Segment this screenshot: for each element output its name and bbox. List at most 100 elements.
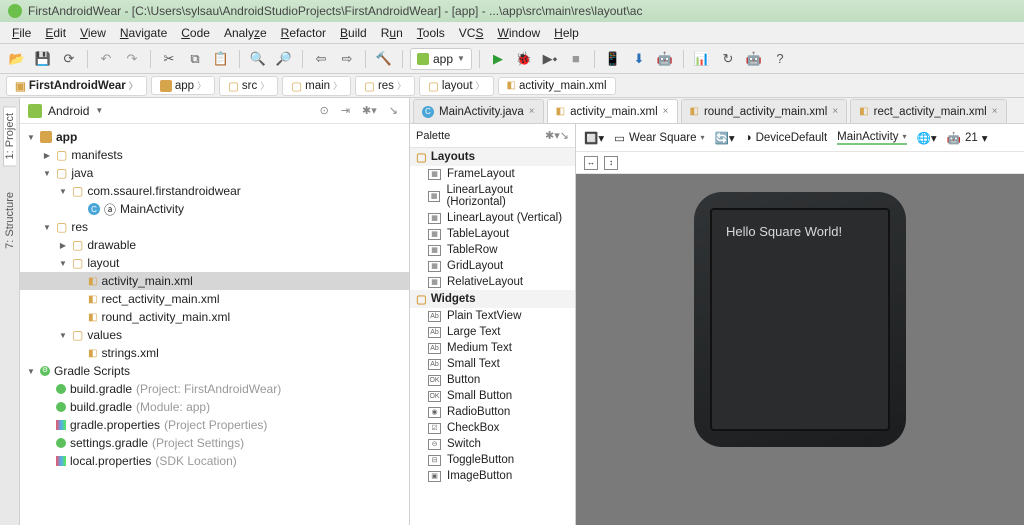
tab-project[interactable]: 1: Project <box>3 106 16 166</box>
sdk-icon[interactable]: ⬇ <box>628 48 650 70</box>
crumb-res[interactable]: ▢res〉 <box>355 76 415 96</box>
view-options-icon-2[interactable]: ↕ <box>604 156 618 170</box>
view-options-icon[interactable]: ↔ <box>584 156 598 170</box>
structure-icon[interactable]: 📊 <box>691 48 713 70</box>
palette-item[interactable]: OKSmall Button <box>410 388 575 404</box>
palette-group-header[interactable]: ▢Layouts <box>410 148 575 166</box>
run-config-selector[interactable]: app ▼ <box>410 48 472 70</box>
find-icon[interactable]: 🔍 <box>247 48 269 70</box>
tab-rect-activity-xml[interactable]: ◧rect_activity_main.xml× <box>850 99 1006 123</box>
tree-gradle-scripts[interactable]: ▼⚙Gradle Scripts <box>20 362 409 380</box>
open-icon[interactable]: 📂 <box>6 48 28 70</box>
tree-build-gradle-module[interactable]: build.gradle (Module: app) <box>20 398 409 416</box>
close-icon[interactable]: × <box>529 106 535 117</box>
palette-item[interactable]: ▦LinearLayout (Vertical) <box>410 210 575 226</box>
hide-icon[interactable]: ↘ <box>386 104 401 117</box>
tree-main-activity[interactable]: CⓐMainActivity <box>20 200 409 218</box>
run-icon[interactable]: ▶ <box>487 48 509 70</box>
tree-res[interactable]: ▼▢res <box>20 218 409 236</box>
palette-item[interactable]: AbPlain TextView <box>410 308 575 324</box>
menu-vcs[interactable]: VCS <box>453 24 490 42</box>
attach-debugger-icon[interactable]: ▶⬩ <box>539 48 561 70</box>
tree-settings-gradle[interactable]: settings.gradle (Project Settings) <box>20 434 409 452</box>
crumb-main[interactable]: ▢main〉 <box>282 76 351 96</box>
crumb-app[interactable]: app〉 <box>151 76 215 95</box>
cut-icon[interactable]: ✂ <box>158 48 180 70</box>
stop-icon[interactable]: ■ <box>565 48 587 70</box>
tree-drawable[interactable]: ▶▢drawable <box>20 236 409 254</box>
menu-view[interactable]: View <box>74 24 112 42</box>
sync-gradle-icon[interactable]: ↻ <box>717 48 739 70</box>
palette-item[interactable]: ▦RelativeLayout <box>410 274 575 290</box>
back-icon[interactable]: ⇦ <box>310 48 332 70</box>
palette-item[interactable]: AbLarge Text <box>410 324 575 340</box>
palette-item[interactable]: OKButton <box>410 372 575 388</box>
close-icon[interactable]: × <box>663 106 669 117</box>
design-canvas[interactable]: Hello Square World! <box>576 174 1024 525</box>
android-icon-2[interactable]: 🤖 <box>743 48 765 70</box>
tab-activity-main-xml[interactable]: ◧activity_main.xml× <box>547 99 678 123</box>
tree-gradle-properties[interactable]: gradle.properties (Project Properties) <box>20 416 409 434</box>
theme-dropdown[interactable]: ◑ DeviceDefault <box>745 132 828 144</box>
menu-file[interactable]: File <box>6 24 37 42</box>
replace-icon[interactable]: 🔎 <box>273 48 295 70</box>
close-icon[interactable]: × <box>832 106 838 117</box>
palette-gear-icon[interactable]: ✱▾ <box>545 129 560 142</box>
palette-item[interactable]: ☑CheckBox <box>410 420 575 436</box>
palette-item[interactable]: ▦FrameLayout <box>410 166 575 182</box>
sync-icon[interactable]: ⟳ <box>58 48 80 70</box>
palette-item[interactable]: AbSmall Text <box>410 356 575 372</box>
menu-tools[interactable]: Tools <box>411 24 451 42</box>
debug-icon[interactable]: 🐞 <box>513 48 535 70</box>
palette-item[interactable]: ▦TableLayout <box>410 226 575 242</box>
save-icon[interactable]: 💾 <box>32 48 54 70</box>
menu-refactor[interactable]: Refactor <box>275 24 332 42</box>
tree-module-app[interactable]: ▼app <box>20 128 409 146</box>
tab-structure[interactable]: 7: Structure <box>4 186 16 255</box>
menu-window[interactable]: Window <box>491 24 546 42</box>
close-icon[interactable]: × <box>992 106 998 117</box>
orientation-dropdown[interactable]: 🔄▾ <box>715 131 735 145</box>
tree-manifests[interactable]: ▶▢manifests <box>20 146 409 164</box>
tree-activity-main[interactable]: ◧activity_main.xml <box>20 272 409 290</box>
tree-strings[interactable]: ◧strings.xml <box>20 344 409 362</box>
crumb-src[interactable]: ▢src〉 <box>219 76 278 96</box>
tree-values[interactable]: ▼▢values <box>20 326 409 344</box>
tree-layout[interactable]: ▼▢layout <box>20 254 409 272</box>
paste-icon[interactable]: 📋 <box>210 48 232 70</box>
copy-icon[interactable]: ⧉ <box>184 48 206 70</box>
palette-item[interactable]: AbMedium Text <box>410 340 575 356</box>
project-view-label[interactable]: Android <box>48 104 89 118</box>
tree-java[interactable]: ▼▢java <box>20 164 409 182</box>
menu-navigate[interactable]: Navigate <box>114 24 173 42</box>
menu-run[interactable]: Run <box>375 24 409 42</box>
redo-icon[interactable]: ↷ <box>121 48 143 70</box>
menu-edit[interactable]: Edit <box>39 24 72 42</box>
palette-item[interactable]: ⊝Switch <box>410 436 575 452</box>
menu-help[interactable]: Help <box>548 24 585 42</box>
api-dropdown[interactable]: 🤖21▾ <box>947 131 988 145</box>
tree-build-gradle-project[interactable]: build.gradle (Project: FirstAndroidWear) <box>20 380 409 398</box>
crumb-layout[interactable]: ▢layout〉 <box>419 76 494 96</box>
crumb-file[interactable]: ◧activity_main.xml <box>498 77 616 95</box>
palette-item[interactable]: ◉RadioButton <box>410 404 575 420</box>
palette-item[interactable]: ▣ImageButton <box>410 468 575 484</box>
undo-icon[interactable]: ↶ <box>95 48 117 70</box>
make-icon[interactable]: 🔨 <box>373 48 395 70</box>
tree-local-properties[interactable]: local.properties (SDK Location) <box>20 452 409 470</box>
tree-rect-activity[interactable]: ◧rect_activity_main.xml <box>20 290 409 308</box>
menu-build[interactable]: Build <box>334 24 373 42</box>
target-icon[interactable]: ⊙ <box>317 104 332 117</box>
palette-item[interactable]: ▦TableRow <box>410 242 575 258</box>
zoom-dropdown[interactable]: 🔲▾ <box>584 131 604 145</box>
palette-group-header[interactable]: ▢Widgets <box>410 290 575 308</box>
help-icon[interactable]: ? <box>769 48 791 70</box>
tab-main-activity-java[interactable]: CMainActivity.java× <box>413 99 544 123</box>
menu-analyze[interactable]: Analyze <box>218 24 273 42</box>
locale-dropdown[interactable]: 🌐▾ <box>917 131 937 145</box>
avd-icon[interactable]: 📱 <box>602 48 624 70</box>
tab-round-activity-xml[interactable]: ◧round_activity_main.xml× <box>681 99 848 123</box>
crumb-project[interactable]: ▣FirstAndroidWear〉 <box>6 76 147 96</box>
device-dropdown[interactable]: ▭ Wear Square▾ <box>614 131 704 145</box>
palette-item[interactable]: ▦LinearLayout (Horizontal) <box>410 182 575 210</box>
